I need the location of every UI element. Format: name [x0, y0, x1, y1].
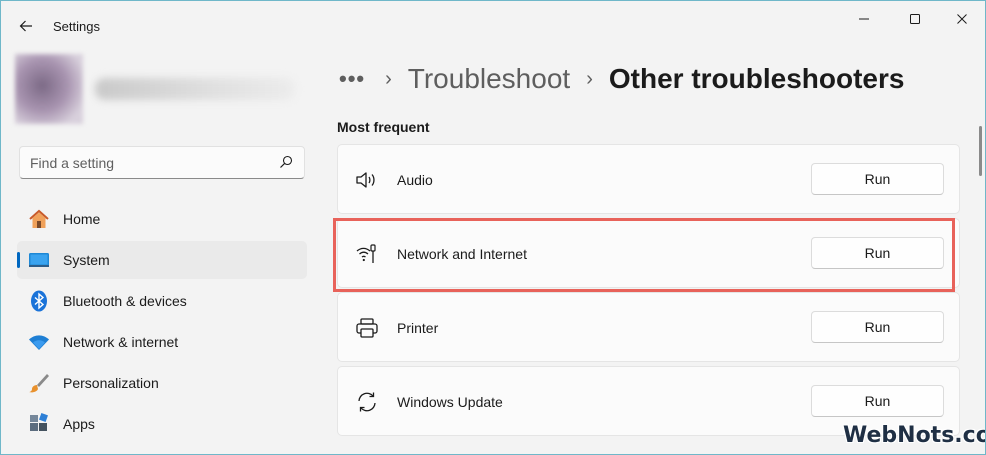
sidebar-item-system[interactable]: System	[17, 241, 307, 279]
apps-icon	[28, 413, 50, 435]
breadcrumb: ••• › Troubleshoot › Other troubleshoote…	[339, 59, 904, 99]
troubleshooter-card-network: Network and Internet Run	[337, 218, 960, 288]
maximize-icon	[910, 14, 920, 24]
bluetooth-icon	[28, 290, 50, 312]
search-icon	[280, 155, 293, 168]
refresh-icon	[355, 391, 379, 413]
troubleshooter-label: Network and Internet	[397, 246, 527, 262]
sidebar-item-label: System	[63, 252, 110, 268]
brush-icon	[28, 372, 50, 394]
sidebar-item-bluetooth[interactable]: Bluetooth & devices	[17, 282, 307, 320]
page-title: Other troubleshooters	[608, 63, 905, 94]
minimize-button[interactable]	[841, 1, 887, 37]
close-icon	[957, 14, 967, 24]
back-button[interactable]	[11, 11, 41, 41]
troubleshooter-card-printer: Printer Run	[337, 292, 960, 362]
sidebar-item-network[interactable]: Network & internet	[17, 323, 307, 361]
close-button[interactable]	[939, 1, 985, 37]
network-icon	[355, 243, 379, 265]
search-box[interactable]	[19, 146, 305, 179]
scrollbar-thumb[interactable]	[979, 126, 982, 176]
run-audio-button[interactable]: Run	[811, 163, 944, 195]
profile-name-blurred	[95, 78, 295, 100]
chevron-right-icon: ›	[586, 67, 593, 90]
sidebar-item-label: Apps	[63, 416, 95, 432]
breadcrumb-more-button[interactable]: •••	[339, 66, 365, 92]
speaker-icon	[355, 169, 379, 191]
sidebar-item-label: Personalization	[63, 375, 159, 391]
sidebar-item-home[interactable]: Home	[17, 200, 307, 238]
breadcrumb-troubleshoot-link[interactable]: Troubleshoot	[408, 63, 570, 95]
sidebar-item-personalization[interactable]: Personalization	[17, 364, 307, 402]
sidebar-item-label: Bluetooth & devices	[63, 293, 187, 309]
sidebar-item-apps[interactable]: Apps	[17, 405, 307, 443]
troubleshooter-label: Windows Update	[397, 394, 503, 410]
troubleshooter-label: Audio	[397, 172, 433, 188]
app-title: Settings	[53, 19, 100, 34]
troubleshooter-card-audio: Audio Run	[337, 144, 960, 214]
run-network-button[interactable]: Run	[811, 237, 944, 269]
back-arrow-icon	[19, 20, 32, 32]
run-windows-update-button[interactable]: Run	[811, 385, 944, 417]
settings-window: Settings Find a setting Home System Blue…	[0, 0, 986, 455]
search-input[interactable]	[30, 153, 270, 173]
maximize-button[interactable]	[892, 1, 938, 37]
title-bar: Settings	[1, 1, 985, 49]
system-display-icon	[28, 249, 50, 271]
section-title: Most frequent	[337, 119, 430, 135]
home-icon	[28, 208, 50, 230]
wifi-icon	[28, 331, 50, 353]
printer-icon	[355, 317, 379, 339]
chevron-right-icon: ›	[385, 67, 392, 90]
sidebar-item-label: Network & internet	[63, 334, 179, 350]
sidebar-item-label: Home	[63, 211, 101, 227]
run-printer-button[interactable]: Run	[811, 311, 944, 343]
minimize-icon	[859, 18, 869, 20]
troubleshooter-label: Printer	[397, 320, 439, 336]
user-profile[interactable]	[15, 54, 310, 126]
sidebar-nav: Home System Bluetooth & devices Network …	[17, 200, 307, 446]
avatar	[15, 54, 83, 124]
watermark: WebNots.com	[843, 423, 985, 448]
